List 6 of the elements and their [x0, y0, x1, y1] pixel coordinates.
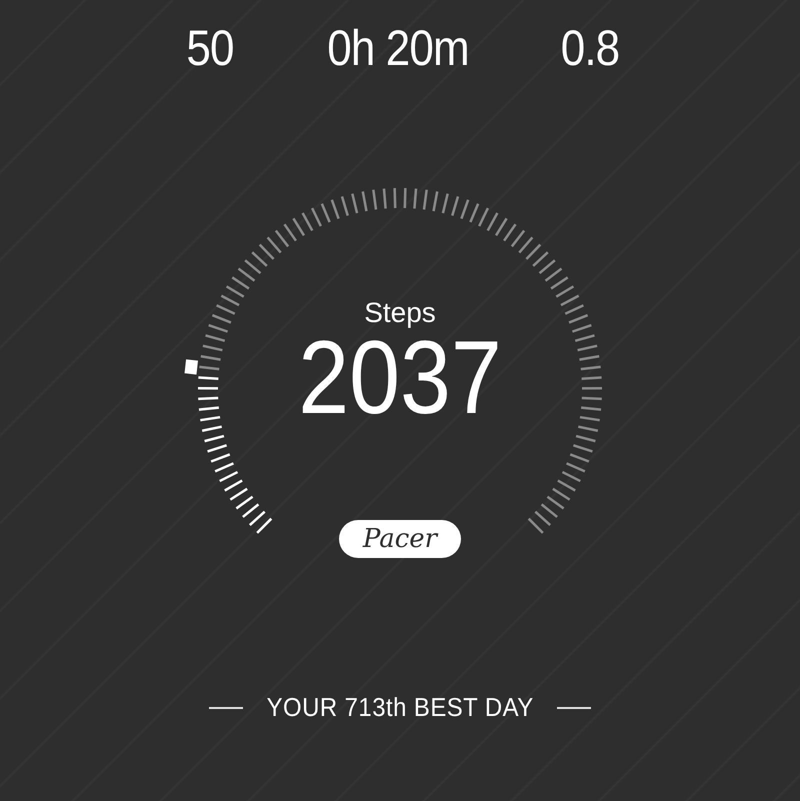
- best-day-text: YOUR 713th BEST DAY: [266, 692, 534, 723]
- stat-value: 0.8: [560, 20, 620, 76]
- stat-value: 50: [185, 20, 235, 76]
- progress-marker: [184, 359, 198, 375]
- stat-value: 0h 20m: [326, 20, 470, 76]
- brand-logo: Pacer: [339, 520, 461, 558]
